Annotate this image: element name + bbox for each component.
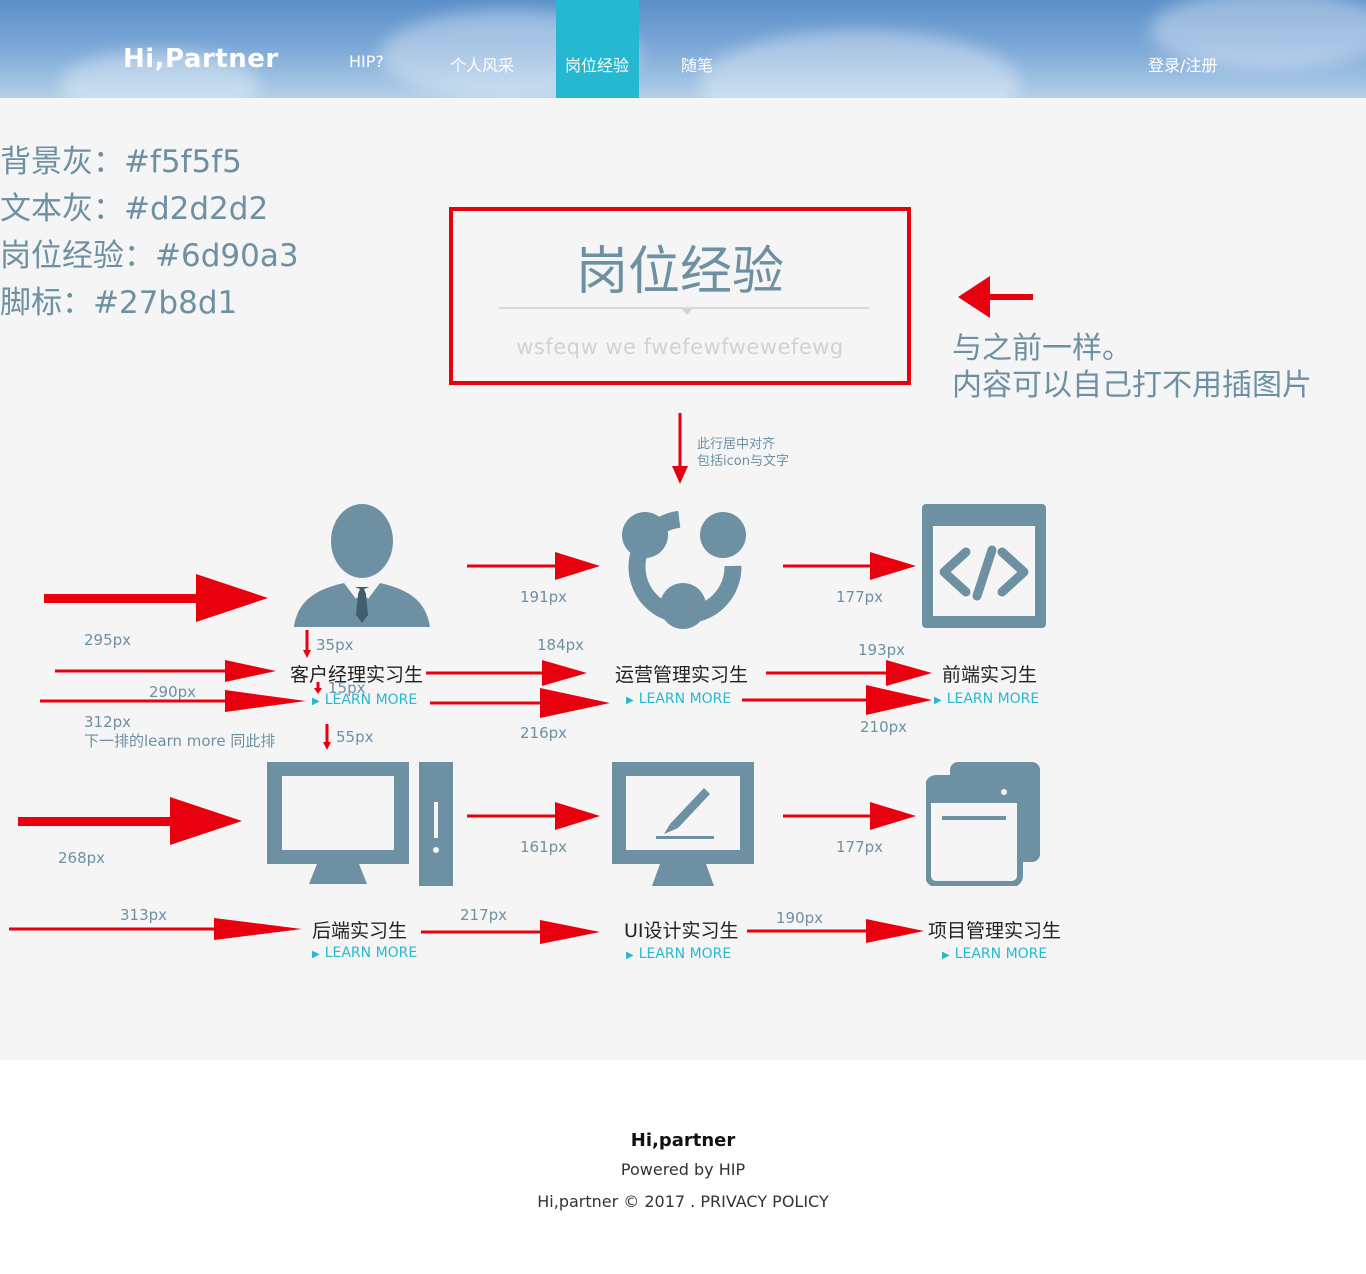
color-note-bg: 背景灰：#f5f5f5 [0, 144, 242, 180]
color-note-text: 文本灰：#d2d2d2 [0, 191, 269, 227]
job-title-operations: 运营管理实习生 [615, 664, 749, 686]
measure-label: 290px [149, 683, 197, 701]
nav-job-experience[interactable]: 岗位经验 [565, 52, 629, 76]
learn-more-label: LEARN MORE [638, 691, 732, 707]
section-subtitle: wsfeqw we fwefewfwewefewg [516, 335, 844, 359]
nav-personal-style[interactable]: 个人风采 [450, 52, 514, 76]
measure-label: 177px [836, 838, 884, 856]
window-icon [926, 762, 1040, 886]
footer-copyright[interactable]: Hi,partner © 2017 . PRIVACY POLICY [0, 1192, 1366, 1211]
measure-note: 下一排的learn more 同此排 [84, 732, 276, 750]
measure-label: 35px [316, 636, 354, 654]
play-triangle-icon: ▶ [626, 695, 634, 706]
job-title-project-management: 项目管理实习生 [928, 920, 1062, 942]
learn-more-operations[interactable]: ▶ LEARN MORE [626, 691, 731, 707]
learn-more-ui-design[interactable]: ▶ LEARN MORE [626, 946, 731, 962]
nav-essays[interactable]: 随笔 [681, 52, 713, 76]
title-highlight-box: 岗位经验 wsfeqw we fwefewfwewefewg [449, 207, 911, 385]
play-triangle-icon: ▶ [312, 949, 320, 960]
measure-label: 184px [537, 636, 585, 654]
learn-more-project-management[interactable]: ▶ LEARN MORE [942, 946, 1047, 962]
measure-label: 313px [120, 906, 168, 924]
measure-label: 177px [836, 588, 884, 606]
job-title-backend: 后端实习生 [312, 920, 408, 942]
learn-more-label: LEARN MORE [946, 691, 1040, 707]
nav-active-highlight [556, 0, 639, 98]
measure-label: 295px [84, 631, 132, 649]
desktop-icon [267, 762, 453, 886]
learn-more-label: LEARN MORE [324, 945, 418, 961]
measure-label: 312px [84, 713, 132, 731]
section-title: 岗位经验 [575, 242, 784, 302]
site-header: Hi,Partner HIP? 个人风采 岗位经验 随笔 登录/注册 [0, 0, 1366, 98]
measure-label: 193px [858, 641, 906, 659]
job-title-ui-design: UI设计实习生 [624, 920, 739, 942]
design-icon [612, 762, 754, 886]
share-icon [622, 510, 746, 629]
measure-label: 268px [58, 849, 106, 867]
play-triangle-icon: ▶ [312, 696, 320, 707]
play-triangle-icon: ▶ [934, 695, 942, 706]
color-note-footer: 脚标：#27b8d1 [0, 285, 238, 321]
learn-more-backend[interactable]: ▶ LEARN MORE [312, 945, 417, 961]
footer-brand: Hi,partner [630, 1130, 736, 1151]
nav-hip[interactable]: HIP? [349, 52, 384, 71]
learn-more-frontend[interactable]: ▶ LEARN MORE [934, 691, 1039, 707]
measure-label: 55px [336, 728, 374, 746]
login-register-link[interactable]: 登录/注册 [1148, 52, 1217, 76]
measure-label: 190px [776, 909, 824, 927]
measure-label: 191px [520, 588, 568, 606]
user-icon [294, 504, 430, 627]
divider-caret-icon [682, 309, 692, 315]
measure-label: 217px [460, 906, 508, 924]
learn-more-label: LEARN MORE [638, 946, 732, 962]
measure-label: 210px [860, 718, 908, 736]
job-title-frontend: 前端实习生 [942, 664, 1038, 686]
play-triangle-icon: ▶ [626, 950, 634, 961]
play-triangle-icon: ▶ [942, 950, 950, 961]
side-note-line2: 内容可以自己打不用插图片 [952, 368, 1312, 403]
measure-label: 161px [520, 838, 568, 856]
footer-powered-by: Powered by HIP [620, 1160, 746, 1179]
center-note-line2: 包括icon与文字 [697, 454, 789, 469]
learn-more-label: LEARN MORE [954, 946, 1048, 962]
code-icon [922, 504, 1046, 628]
color-note-title: 岗位经验：#6d90a3 [0, 238, 299, 274]
brand-logo[interactable]: Hi,Partner [123, 44, 279, 74]
measure-label: 15px [328, 679, 366, 697]
measure-label: 216px [520, 724, 568, 742]
